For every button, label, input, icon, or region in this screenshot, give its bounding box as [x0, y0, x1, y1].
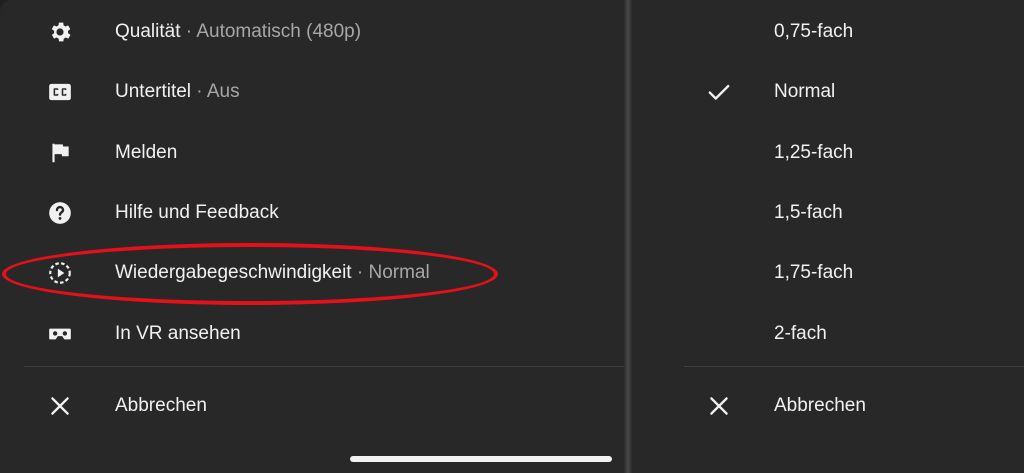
menu-item-label: Untertitel	[115, 81, 192, 102]
gear-icon	[47, 19, 73, 45]
overflow-menu-panel: Qualität · Automatisch (480p) Untertitel…	[0, 0, 624, 473]
menu-item-value: Normal	[368, 262, 430, 283]
menu-item-label: Wiedergabegeschwindigkeit	[115, 262, 352, 283]
cancel-label: Abbrechen	[774, 395, 866, 416]
checkmark-icon	[706, 79, 732, 105]
speed-option-label: 1,75-fach	[774, 262, 854, 283]
playback-speed-panel: 0,75-fach Normal 1,25-fach 1,5-fach 1,75…	[632, 0, 1024, 473]
screenshot-divider	[624, 0, 632, 473]
vr-headset-icon	[47, 321, 73, 347]
menu-item-label: In VR ansehen	[115, 323, 241, 344]
menu-item-value: Automatisch (480p)	[196, 21, 362, 42]
playback-speed-icon	[47, 260, 73, 286]
speed-option-label: Normal	[774, 81, 836, 102]
menu-divider	[24, 366, 624, 367]
menu-item-report[interactable]: Melden	[0, 123, 624, 183]
menu-item-playback-speed[interactable]: Wiedergabegeschwindigkeit · Normal	[0, 243, 624, 303]
speed-option-label: 1,5-fach	[774, 202, 843, 223]
menu-item-label: Melden	[115, 142, 178, 163]
menu-item-separator: ·	[351, 262, 369, 283]
speed-option[interactable]: 1,5-fach	[632, 183, 1024, 243]
menu-item-label: Qualität	[115, 21, 181, 42]
speed-option-label: 0,75-fach	[774, 21, 854, 42]
menu-divider	[684, 366, 1024, 367]
menu-item-label: Hilfe und Feedback	[115, 202, 279, 223]
menu-item-separator: ·	[191, 81, 207, 102]
menu-item-vr[interactable]: In VR ansehen	[0, 304, 624, 364]
cancel-button[interactable]: Abbrechen	[632, 376, 1024, 436]
speed-option-label: 2-fach	[774, 323, 827, 344]
close-icon	[47, 393, 73, 419]
cancel-button[interactable]: Abbrechen	[0, 376, 624, 436]
closed-captions-icon	[47, 79, 73, 105]
help-icon	[47, 200, 73, 226]
home-indicator[interactable]	[350, 456, 612, 462]
cancel-label: Abbrechen	[115, 395, 207, 416]
close-icon	[706, 393, 732, 419]
flag-icon	[47, 140, 73, 166]
speed-option[interactable]: 0,75-fach	[632, 2, 1024, 62]
speed-option-label: 1,25-fach	[774, 142, 854, 163]
speed-option[interactable]: 1,75-fach	[632, 243, 1024, 303]
speed-option-selected[interactable]: Normal	[632, 62, 1024, 122]
screen: Qualität · Automatisch (480p) Untertitel…	[0, 0, 1024, 473]
speed-option[interactable]: 2-fach	[632, 304, 1024, 364]
menu-item-subtitles[interactable]: Untertitel · Aus	[0, 62, 624, 122]
speed-option[interactable]: 1,25-fach	[632, 123, 1024, 183]
menu-item-help-feedback[interactable]: Hilfe und Feedback	[0, 183, 624, 243]
menu-item-value: Aus	[206, 81, 240, 102]
menu-item-quality[interactable]: Qualität · Automatisch (480p)	[0, 2, 624, 62]
menu-item-separator: ·	[180, 21, 197, 42]
